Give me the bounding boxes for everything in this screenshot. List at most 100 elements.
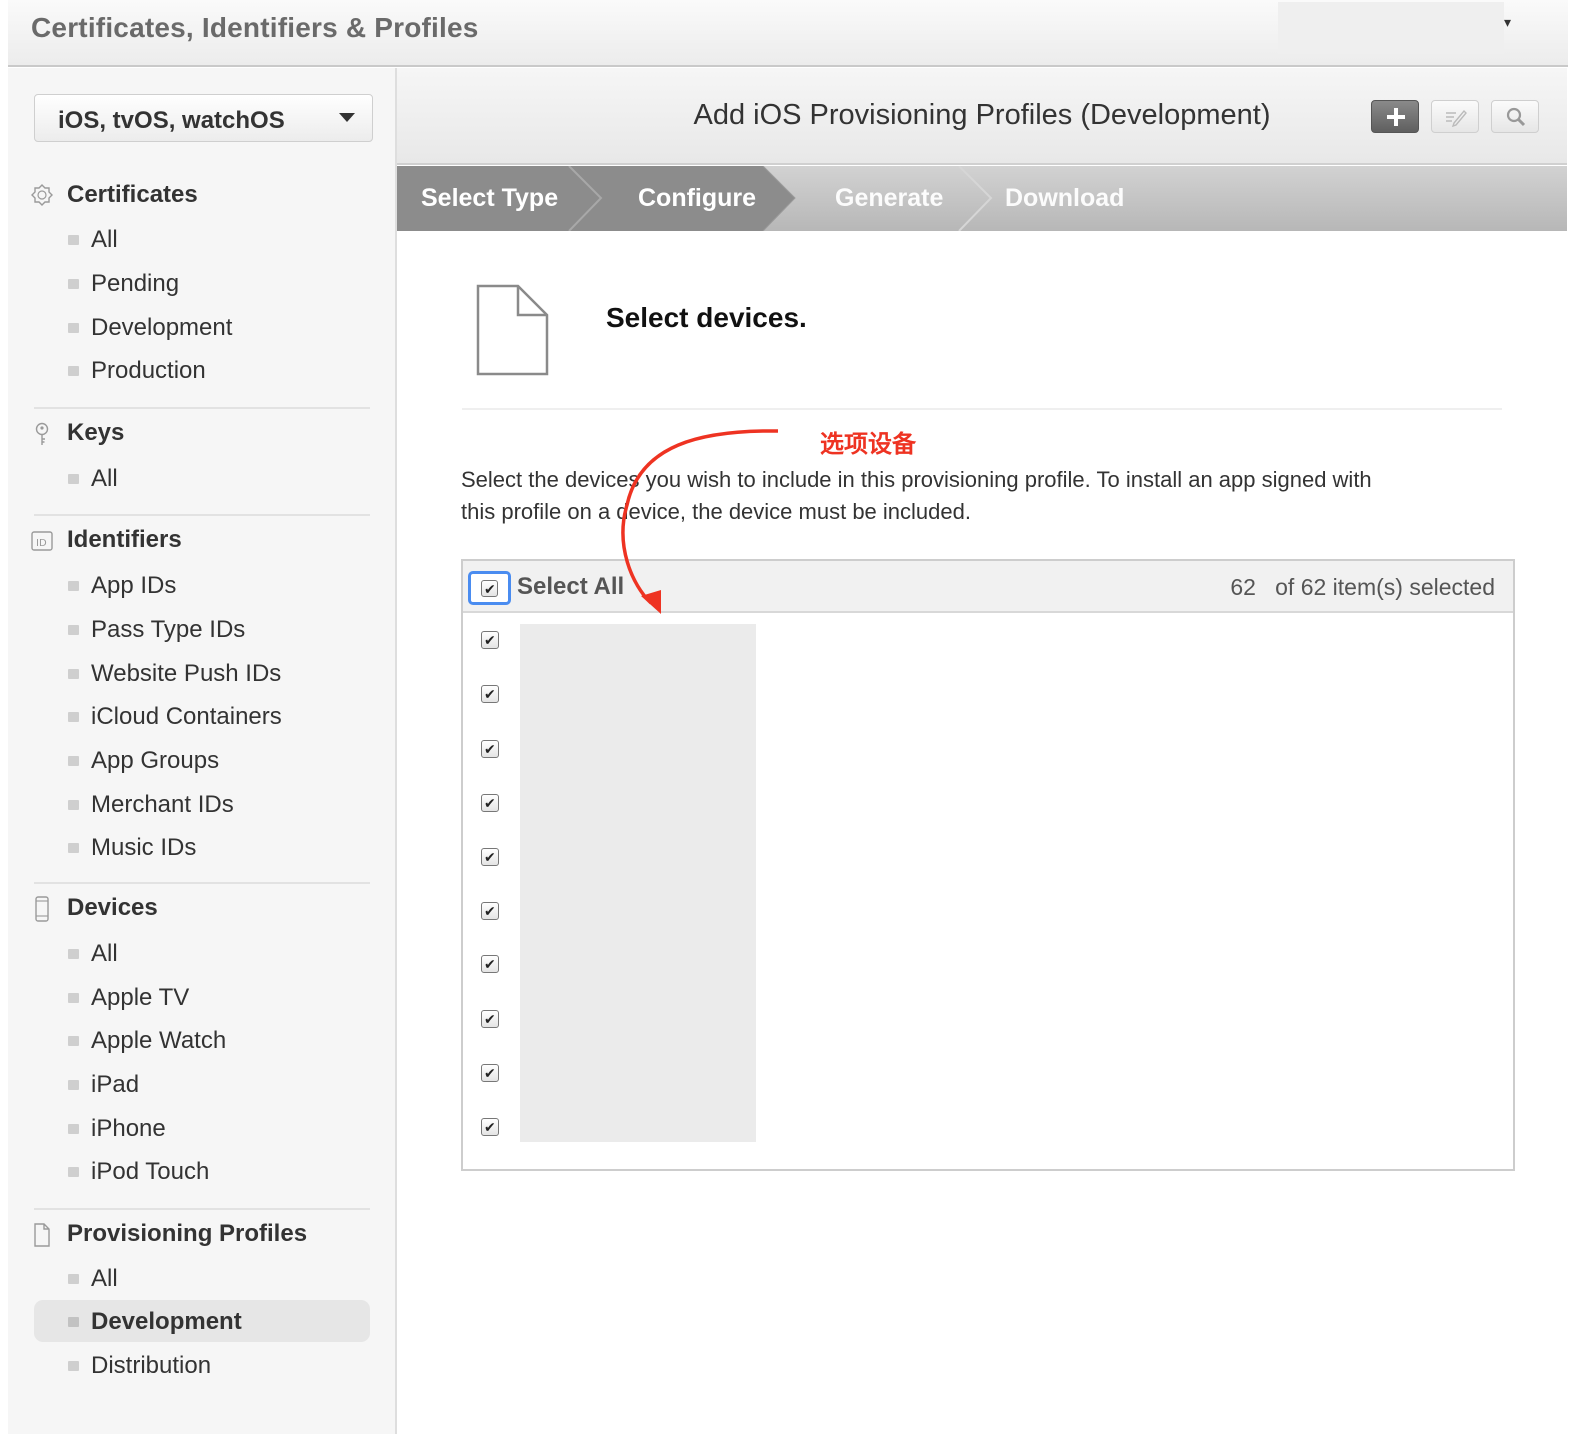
step-configure: Configure — [638, 184, 757, 212]
section-title: Devices — [67, 894, 158, 921]
sidebar-item-ipad[interactable]: iPad — [34, 1063, 370, 1105]
add-icon — [1387, 108, 1405, 126]
instructions-line: Select the devices you wish to include i… — [461, 467, 1372, 492]
device-checkbox[interactable]: ✔ — [481, 685, 499, 703]
section-title: Identifiers — [67, 526, 182, 553]
sidebar-item-label: Pass Type IDs — [91, 616, 246, 643]
sidebar-item-keys-all[interactable]: All — [34, 457, 370, 499]
bullet — [68, 1080, 79, 1090]
edit-button[interactable] — [1431, 100, 1479, 133]
sidebar-item-app-ids[interactable]: App IDs — [34, 564, 370, 606]
sidebar-item-icloud-containers[interactable]: iCloud Containers — [34, 695, 370, 737]
step-select-type: Select Type — [421, 184, 559, 212]
bullet — [68, 1361, 79, 1371]
sidebar-item-profiles-all[interactable]: All — [34, 1257, 370, 1299]
bullet — [68, 474, 79, 484]
bullet — [68, 843, 79, 853]
section-title: Provisioning Profiles — [67, 1220, 308, 1247]
sidebar-item-label: iPhone — [91, 1115, 166, 1142]
document-icon — [34, 1223, 50, 1247]
selection-count: 62 of 62 item(s) selected — [1230, 574, 1495, 601]
device-checkbox[interactable]: ✔ — [481, 955, 499, 973]
bullet — [68, 625, 79, 635]
bullet — [68, 1124, 79, 1134]
checkmark-icon: ✔ — [484, 903, 496, 919]
sidebar-item-certificates-all[interactable]: All — [34, 218, 370, 260]
device-checkbox[interactable]: ✔ — [481, 794, 499, 812]
bullet — [68, 581, 79, 591]
sidebar-item-devices-all[interactable]: All — [34, 932, 370, 974]
add-button[interactable] — [1371, 100, 1419, 133]
bullet — [68, 323, 79, 333]
main-header: Add iOS Provisioning Profiles (Developme… — [397, 68, 1567, 165]
bullet — [68, 1317, 79, 1327]
sidebar-item-label: Apple Watch — [91, 1027, 227, 1054]
divider — [34, 882, 370, 884]
device-checkbox[interactable]: ✔ — [481, 1064, 499, 1082]
account-menu[interactable] — [1278, 2, 1504, 54]
sidebar-item-website-push-ids[interactable]: Website Push IDs — [34, 652, 370, 694]
bullet — [68, 712, 79, 722]
sidebar-item-merchant-ids[interactable]: Merchant IDs — [34, 783, 370, 825]
table-header: ✔ Select All 62 of 62 item(s) selected — [463, 561, 1513, 613]
device-checkbox[interactable]: ✔ — [481, 1010, 499, 1028]
device-checkbox[interactable]: ✔ — [481, 631, 499, 649]
sidebar-item-label: iPod Touch — [91, 1158, 210, 1185]
device-checkbox[interactable]: ✔ — [481, 740, 499, 758]
sidebar-item-certificates-pending[interactable]: Pending — [34, 262, 370, 304]
checkmark-icon: ✔ — [484, 1065, 496, 1081]
instructions-line: this profile on a device, the device mus… — [461, 499, 971, 524]
sidebar-item-label: Distribution — [91, 1352, 212, 1379]
top-header: Certificates, Identifiers & Profiles ▾ — [8, 0, 1568, 67]
sidebar-item-label: Pending — [91, 270, 180, 297]
sidebar-item-certificates-development[interactable]: Development — [34, 306, 370, 348]
checkmark-icon: ✔ — [484, 1011, 496, 1027]
step-heading: Select devices. — [606, 302, 807, 333]
account-caret-icon[interactable]: ▾ — [1504, 14, 1511, 31]
section-title: Certificates — [67, 181, 198, 208]
sidebar-item-profiles-development[interactable]: Development — [34, 1300, 370, 1342]
id-badge-icon: ID — [31, 531, 53, 551]
checkmark-icon: ✔ — [484, 741, 496, 757]
selected-count-suffix: of 62 item(s) selected — [1275, 574, 1495, 600]
sidebar-item-apple-tv[interactable]: Apple TV — [34, 976, 370, 1018]
sidebar-item-app-groups[interactable]: App Groups — [34, 739, 370, 781]
sidebar-item-label: Music IDs — [91, 834, 197, 861]
bullet — [68, 1167, 79, 1177]
wizard-steps: Select Type Configure Generate Download — [397, 166, 1567, 231]
sidebar-item-label: All — [91, 226, 118, 253]
sidebar: iOS, tvOS, watchOS Certificates All Pend… — [8, 68, 397, 1434]
bullet — [68, 669, 79, 679]
device-checkbox[interactable]: ✔ — [481, 848, 499, 866]
selected-count: 62 — [1230, 574, 1256, 600]
sidebar-item-label: All — [91, 465, 118, 492]
select-all-label: Select All — [517, 573, 625, 600]
sidebar-item-music-ids[interactable]: Music IDs — [34, 826, 370, 868]
sidebar-item-label: Website Push IDs — [91, 660, 282, 687]
device-checkbox[interactable]: ✔ — [481, 1118, 499, 1136]
sidebar-item-pass-type-ids[interactable]: Pass Type IDs — [34, 608, 370, 650]
sidebar-item-iphone[interactable]: iPhone — [34, 1107, 370, 1149]
platform-select[interactable]: iOS, tvOS, watchOS — [34, 94, 373, 142]
bullet — [68, 1036, 79, 1046]
search-icon — [1506, 107, 1526, 127]
bullet — [68, 366, 79, 376]
sidebar-item-ipod-touch[interactable]: iPod Touch — [34, 1150, 370, 1192]
edit-icon — [1446, 109, 1467, 128]
checkmark-icon: ✔ — [484, 956, 496, 972]
search-button[interactable] — [1491, 100, 1539, 133]
sidebar-item-label: App Groups — [91, 747, 220, 774]
sidebar-item-label: iPad — [91, 1071, 140, 1098]
step-download: Download — [1005, 184, 1125, 212]
sidebar-item-profiles-distribution[interactable]: Distribution — [34, 1344, 370, 1386]
checkmark-icon: ✔ — [484, 849, 496, 865]
bullet — [68, 235, 79, 245]
divider — [34, 407, 370, 409]
sidebar-item-apple-watch[interactable]: Apple Watch — [34, 1019, 370, 1061]
platform-select-label: iOS, tvOS, watchOS — [58, 107, 285, 134]
divider — [462, 408, 1502, 410]
select-all-checkbox[interactable]: ✔ — [468, 571, 511, 605]
instructions-text: Select the devices you wish to include i… — [461, 464, 1461, 528]
device-checkbox[interactable]: ✔ — [481, 902, 499, 920]
sidebar-item-certificates-production[interactable]: Production — [34, 349, 370, 391]
